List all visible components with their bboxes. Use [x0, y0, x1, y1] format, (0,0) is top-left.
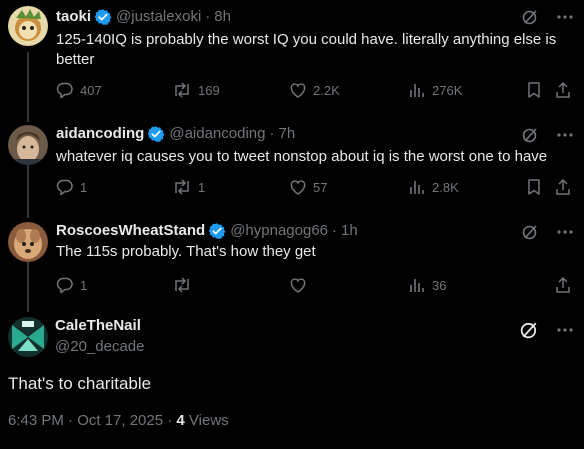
tweet-header: taoki @justalexoki · 8h	[56, 7, 231, 27]
views-label: Views	[184, 412, 229, 429]
repost-icon	[172, 81, 192, 99]
reply-count: 1	[80, 179, 88, 195]
reply-icon	[56, 81, 74, 99]
reply-tweet[interactable]: RoscoesWheatStand @hypnagog66 · 1h The 1…	[0, 216, 584, 312]
grok-icon[interactable]	[522, 127, 538, 143]
share-icon	[554, 178, 572, 196]
more-icon[interactable]	[556, 9, 574, 25]
reply-button[interactable]: 407	[56, 81, 102, 99]
display-name[interactable]: taoki	[56, 7, 91, 27]
views-count: 36	[432, 277, 447, 293]
action-bar: 1 1 57 2.8K	[56, 178, 576, 198]
avatar[interactable]	[8, 6, 48, 46]
reply-count: 407	[80, 82, 102, 98]
action-bar: 407 169 2.2K 276K	[56, 81, 576, 101]
bookmark-button[interactable]	[526, 81, 542, 99]
views-count: 2.8K	[432, 179, 459, 195]
handle[interactable]: @hypnagog66	[230, 221, 328, 241]
bookmark-button[interactable]	[526, 178, 542, 196]
views-button[interactable]: 2.8K	[408, 178, 459, 196]
timestamp[interactable]: 1h	[341, 221, 358, 241]
reply-tweet[interactable]: taoki @justalexoki · 8h 125-140IQ is pro…	[0, 0, 584, 118]
handle[interactable]: @aidancoding	[169, 124, 265, 144]
separator-dot: ·	[332, 222, 338, 239]
tweet-header: RoscoesWheatStand @hypnagog66 · 1h	[56, 221, 358, 241]
action-bar: 1 36	[56, 276, 576, 296]
verified-badge-icon	[94, 8, 112, 26]
separator-dot: ·	[205, 8, 211, 25]
avatar[interactable]	[8, 317, 48, 357]
share-button[interactable]	[554, 276, 572, 294]
views-icon	[408, 276, 426, 294]
avatar[interactable]	[8, 222, 48, 262]
share-icon	[554, 276, 572, 294]
reply-button[interactable]: 1	[56, 178, 87, 196]
main-handle[interactable]: @20_decade	[55, 338, 144, 355]
tweet-text: whatever iq causes you to tweet nonstop …	[56, 148, 548, 165]
views-count: 276K	[432, 82, 463, 98]
reply-button[interactable]: 1	[56, 276, 87, 294]
views-icon	[408, 178, 426, 196]
like-button[interactable]: 2.2K	[289, 81, 340, 99]
tweet-text: 125-140IQ is probably the worst IQ you c…	[56, 31, 557, 68]
timestamp[interactable]: 8h	[214, 7, 231, 27]
repost-icon	[172, 276, 192, 294]
bookmark-icon	[526, 178, 542, 196]
repost-count: 1	[198, 179, 206, 195]
like-count: 2.2K	[313, 82, 340, 98]
avatar[interactable]	[8, 125, 48, 165]
like-icon	[289, 276, 307, 294]
handle[interactable]: @justalexoki	[116, 7, 201, 27]
repost-count: 169	[198, 82, 220, 98]
like-icon	[289, 178, 307, 196]
main-timestamp[interactable]: 6:43 PM · Oct 17, 2025 ·	[8, 412, 176, 429]
main-tweet-meta: 6:43 PM · Oct 17, 2025 · 4 Views	[8, 412, 229, 429]
share-icon	[554, 81, 572, 99]
views-icon	[408, 81, 426, 99]
reply-icon	[56, 276, 74, 294]
grok-icon[interactable]	[522, 224, 538, 240]
more-icon[interactable]	[556, 322, 574, 338]
display-name[interactable]: RoscoesWheatStand	[56, 221, 205, 241]
like-count: 57	[313, 179, 328, 195]
share-button[interactable]	[554, 178, 572, 196]
like-button[interactable]: 57	[289, 178, 327, 196]
grok-icon[interactable]	[522, 9, 538, 25]
views-button[interactable]: 276K	[408, 81, 462, 99]
separator-dot: ·	[269, 125, 275, 142]
more-icon[interactable]	[556, 127, 574, 143]
repost-button[interactable]	[172, 276, 198, 294]
reply-icon	[56, 178, 74, 196]
views-number: 4	[176, 412, 185, 429]
verified-badge-icon	[208, 222, 226, 240]
grok-icon[interactable]	[520, 321, 538, 339]
tweet-header: aidancoding @aidancoding · 7h	[56, 124, 295, 144]
like-button[interactable]	[289, 276, 313, 294]
share-button[interactable]	[554, 81, 572, 99]
like-icon	[289, 81, 307, 99]
views-button[interactable]: 36	[408, 276, 446, 294]
bookmark-icon	[526, 81, 542, 99]
repost-button[interactable]: 1	[172, 178, 205, 196]
timestamp[interactable]: 7h	[278, 124, 295, 144]
verified-badge-icon	[147, 125, 165, 143]
repost-icon	[172, 178, 192, 196]
reply-tweet[interactable]: aidancoding @aidancoding · 7h whatever i…	[0, 118, 584, 216]
reply-count: 1	[80, 277, 88, 293]
tweet-text: The 115s probably. That's how they get	[56, 243, 316, 260]
display-name[interactable]: aidancoding	[56, 124, 144, 144]
main-tweet-text: That's to charitable	[8, 374, 152, 393]
repost-button[interactable]: 169	[172, 81, 220, 99]
more-icon[interactable]	[556, 224, 574, 240]
main-display-name[interactable]: CaleTheNail	[55, 317, 141, 334]
